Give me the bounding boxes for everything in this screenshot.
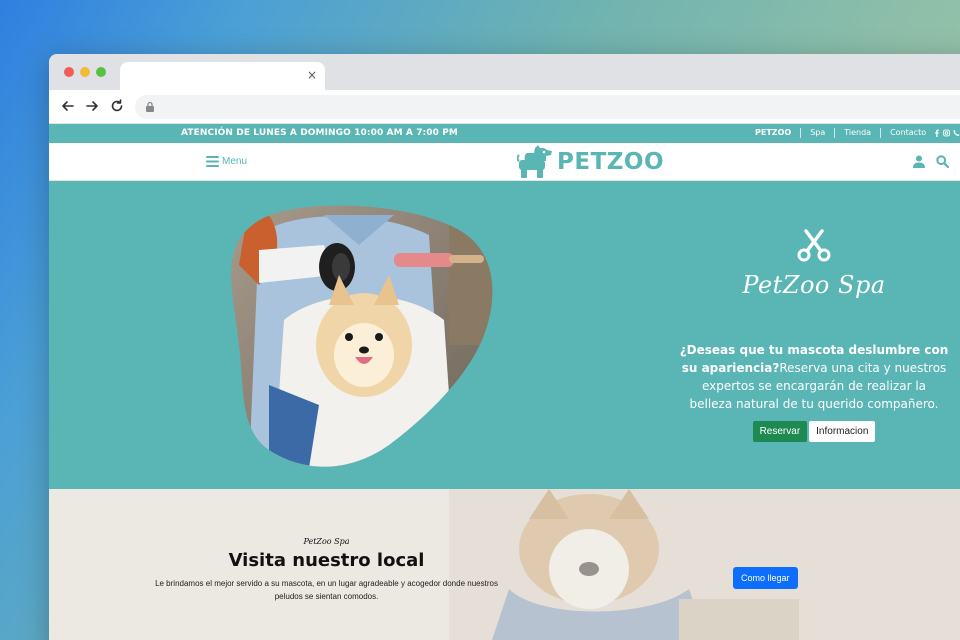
- site-header: Menu PETZOO: [49, 143, 960, 181]
- dog-logo-icon: [517, 145, 552, 178]
- toplink-contacto[interactable]: Contacto: [881, 128, 935, 138]
- visit-content: PetZoo Spa Visita nuestro local Le brind…: [149, 537, 504, 603]
- scissors-icon: [797, 229, 831, 262]
- toplink-petzoo[interactable]: PETZOO: [755, 128, 802, 138]
- visit-description: Le brindamos el mejor servido a su masco…: [155, 579, 498, 601]
- menu-label: Menu: [222, 156, 248, 167]
- visit-subtitle: PetZoo Spa: [303, 537, 350, 546]
- reload-icon[interactable]: [108, 97, 126, 115]
- hero-content: PetZoo Spa ¿Deseas que tu mascota deslum…: [679, 229, 949, 442]
- browser-window: × ATENCIÓN DE LUNES A DOMINGO 10:00 AM A…: [49, 54, 960, 640]
- search-icon[interactable]: [936, 155, 949, 168]
- toplink-tienda[interactable]: Tienda: [835, 128, 882, 138]
- facebook-icon[interactable]: [933, 129, 940, 137]
- menu-icon: [206, 156, 219, 167]
- como-llegar-button[interactable]: Como llegar: [733, 567, 798, 589]
- info-topbar: ATENCIÓN DE LUNES A DOMINGO 10:00 AM A 7…: [49, 124, 960, 143]
- phone-icon[interactable]: [953, 129, 960, 137]
- visit-title: Visita nuestro local: [228, 550, 425, 571]
- lock-icon: [146, 101, 154, 112]
- visit-section: PetZoo Spa Visita nuestro local Le brind…: [49, 489, 960, 640]
- menu-button[interactable]: Menu: [206, 156, 247, 167]
- informacion-button[interactable]: Informacion: [809, 421, 876, 442]
- reservar-button[interactable]: Reservar: [752, 421, 808, 442]
- toplink-spa[interactable]: Spa: [801, 128, 836, 138]
- back-arrow-icon[interactable]: [59, 97, 77, 115]
- browser-toolbar: [49, 90, 960, 124]
- top-links: PETZOO Spa Tienda Contacto: [755, 128, 960, 138]
- grooming-photo: [229, 205, 494, 468]
- spa-title: PetZoo Spa: [742, 271, 886, 299]
- browser-tabbar: ×: [49, 54, 960, 90]
- site-logo[interactable]: PETZOO: [517, 145, 664, 178]
- tab-close-icon[interactable]: ×: [307, 68, 317, 82]
- close-window-button[interactable]: [64, 67, 74, 77]
- website: ATENCIÓN DE LUNES A DOMINGO 10:00 AM A 7…: [49, 124, 960, 640]
- forward-arrow-icon[interactable]: [83, 97, 101, 115]
- hero-description: ¿Deseas que tu mascota deslumbre con su …: [679, 341, 949, 413]
- browser-tab[interactable]: ×: [120, 62, 325, 90]
- instagram-icon[interactable]: [943, 129, 950, 137]
- social-icons: [933, 129, 960, 137]
- address-bar[interactable]: [135, 95, 960, 119]
- hero-section: PetZoo Spa ¿Deseas que tu mascota deslum…: [49, 181, 960, 489]
- hero-buttons: Reservar Informacion: [679, 421, 949, 442]
- user-icon[interactable]: [913, 155, 925, 168]
- maximize-window-button[interactable]: [96, 67, 106, 77]
- opening-hours: ATENCIÓN DE LUNES A DOMINGO 10:00 AM A 7…: [181, 128, 458, 138]
- logo-text: PETZOO: [557, 148, 665, 175]
- minimize-window-button[interactable]: [80, 67, 90, 77]
